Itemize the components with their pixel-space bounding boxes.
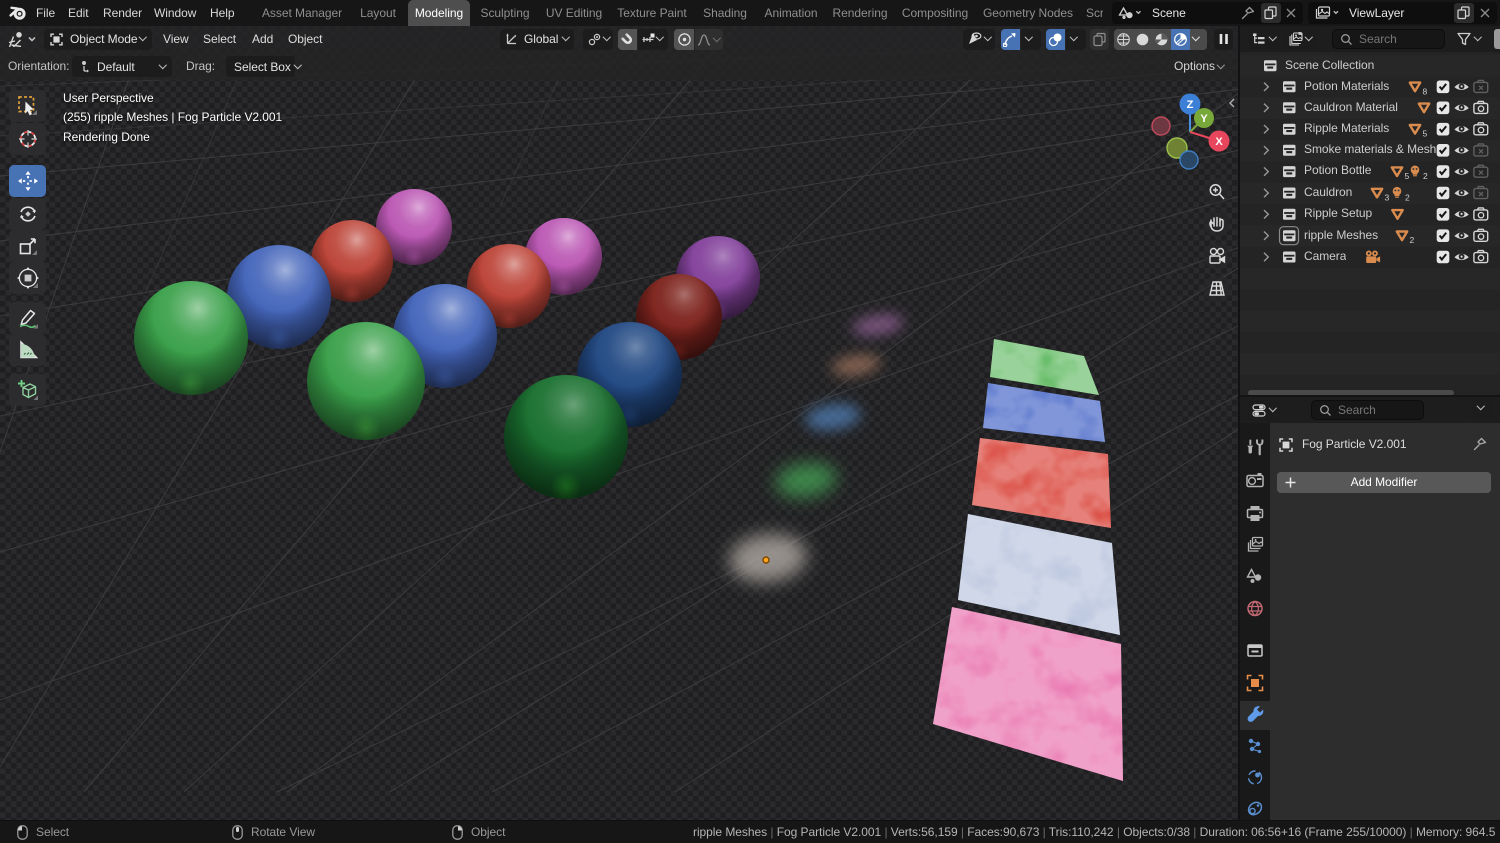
svg-text:2: 2	[1410, 235, 1415, 245]
svg-text:Y: Y	[1200, 113, 1208, 125]
svg-text:X: X	[1215, 136, 1223, 148]
svg-text:Z: Z	[1187, 99, 1194, 111]
svg-text:2: 2	[1405, 193, 1410, 203]
svg-text:3: 3	[1385, 193, 1390, 203]
svg-text:2: 2	[1423, 171, 1428, 181]
svg-text:5: 5	[1423, 129, 1428, 139]
svg-text:8: 8	[1423, 86, 1428, 96]
svg-text:5: 5	[1405, 171, 1410, 181]
